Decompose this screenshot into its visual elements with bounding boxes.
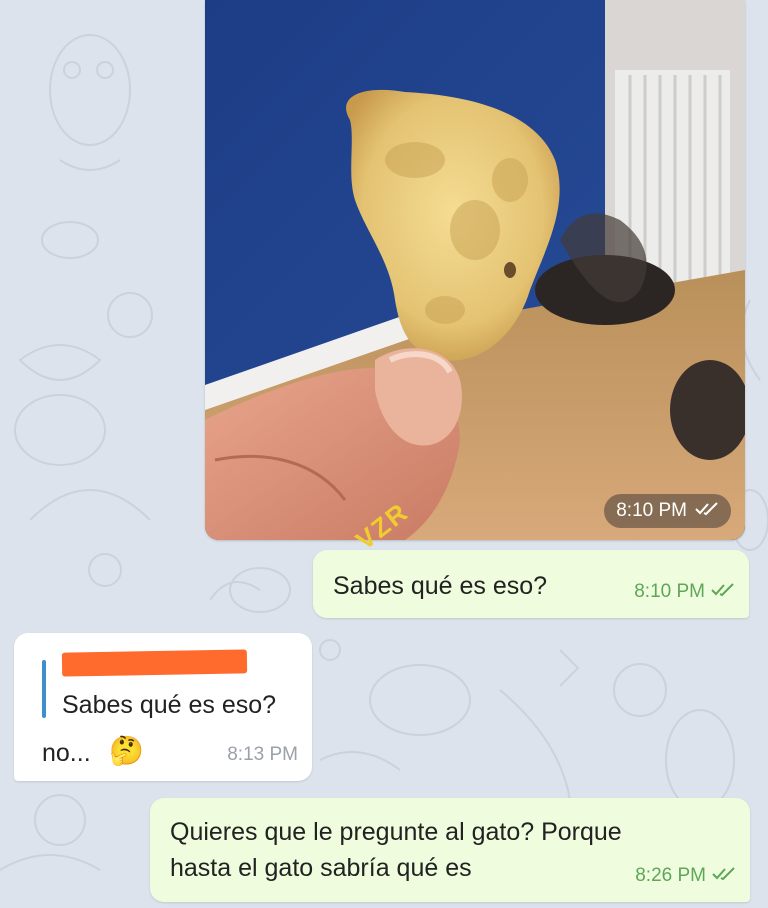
message-text-line2: hasta el gato sabría qué es xyxy=(170,854,472,882)
image-message[interactable]: 8:10 PM xyxy=(205,0,745,540)
chip-photo xyxy=(205,0,745,540)
image-timestamp: 8:10 PM xyxy=(604,494,731,528)
incoming-message[interactable]: Sabes qué es eso? no... 🤔 8:13 PM xyxy=(14,633,312,781)
double-check-icon xyxy=(711,576,735,608)
message-time: 8:26 PM xyxy=(635,865,706,886)
message-text: no... xyxy=(42,739,91,767)
message-meta: 8:26 PM xyxy=(635,860,736,892)
outgoing-message[interactable]: Sabes qué es eso? 8:10 PM xyxy=(313,550,749,618)
double-check-icon xyxy=(712,860,736,892)
message-text: Sabes qué es eso? xyxy=(333,572,548,600)
message-time: 8:13 PM xyxy=(227,744,298,765)
reply-quote-text: Sabes qué es eso? xyxy=(62,691,277,719)
double-check-icon xyxy=(695,499,719,523)
outgoing-message[interactable]: Quieres que le pregunte al gato? Porque … xyxy=(150,798,750,902)
image-time-text: 8:10 PM xyxy=(616,500,687,521)
redacted-name xyxy=(61,649,248,677)
message-time: 8:10 PM xyxy=(634,581,705,602)
thinking-face-emoji: 🤔 xyxy=(109,735,144,766)
message-meta: 8:13 PM xyxy=(227,739,298,771)
message-text-line1: Quieres que le pregunte al gato? Porque xyxy=(170,818,622,846)
message-meta: 8:10 PM xyxy=(634,576,735,608)
reply-bar xyxy=(42,660,46,718)
